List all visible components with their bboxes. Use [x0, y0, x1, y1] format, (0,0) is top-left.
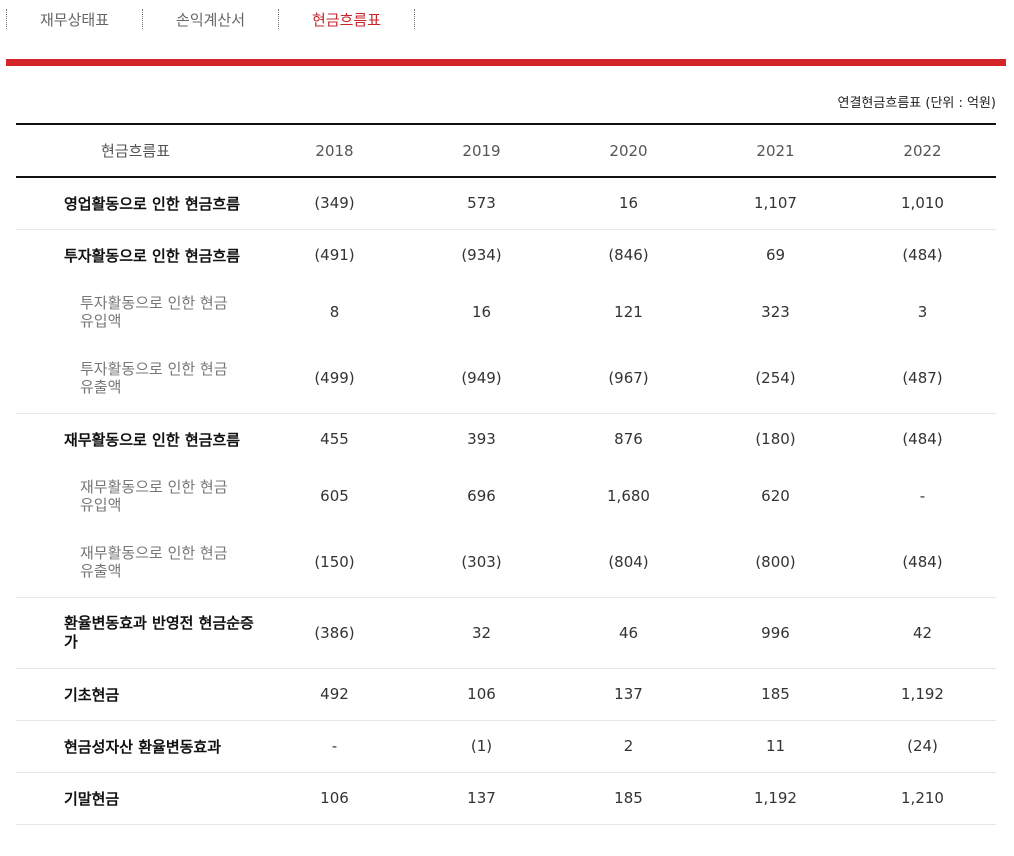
cell-value: -: [331, 737, 338, 755]
cell-value: 42: [912, 623, 933, 642]
row-label: 현금성자산 환율변동효과: [64, 737, 222, 756]
cell-value: 106: [320, 789, 349, 807]
header-year: 2021: [756, 141, 795, 160]
table-row: 현금성자산 환율변동효과 - (1) 2 11 (24): [16, 720, 996, 772]
cell-value: (303): [461, 552, 502, 571]
cell-value: 2: [623, 737, 634, 755]
cell-value: (349): [314, 194, 355, 213]
tab-divider: [414, 9, 416, 29]
cell-value: 605: [320, 487, 349, 505]
cell-value: (180): [755, 430, 796, 449]
header-year: 2022: [903, 141, 942, 160]
cell-value: 46: [618, 623, 639, 642]
row-label: 재무활동으로 인한 현금유출액: [80, 543, 228, 580]
cell-value: (484): [902, 552, 943, 571]
cell-value: 1,680: [607, 487, 650, 505]
table-row-sub: 재무활동으로 인한 현금유출액 (150) (303) (804) (800) …: [16, 527, 996, 597]
cell-value: 121: [614, 303, 643, 321]
cell-value: 8: [329, 303, 340, 321]
cell-value: (949): [461, 368, 502, 387]
cell-value: 1,192: [901, 685, 944, 703]
cell-value: 393: [467, 430, 496, 449]
row-label: 영업활동으로 인한 현금흐름: [64, 194, 241, 213]
statement-tabs: 재무상태표 손익계산서 현금흐름표: [6, 0, 416, 38]
cell-value: 16: [618, 194, 639, 213]
cell-value: (846): [608, 246, 649, 265]
table-row: 환율변동효과 반영전 현금순증가 (386) 32 46 996 42: [16, 597, 996, 668]
cell-value: (491): [314, 246, 355, 265]
cell-value: 455: [320, 430, 349, 449]
cell-value: 32: [471, 623, 492, 642]
cell-value: 696: [467, 487, 496, 505]
table-row-sub: 투자활동으로 인한 현금유입액 8 16 121 323 3: [16, 281, 996, 343]
cell-value: 137: [614, 685, 643, 703]
cell-value: (967): [608, 368, 649, 387]
header-year: 2018: [315, 141, 354, 160]
cell-value: 137: [467, 789, 496, 807]
cell-value: (484): [902, 430, 943, 449]
cell-value: (1): [470, 737, 493, 755]
cell-value: (499): [314, 368, 355, 387]
row-label: 환율변동효과 반영전 현금순증가: [64, 613, 254, 651]
cell-value: 1,210: [901, 789, 944, 807]
cell-value: (804): [608, 552, 649, 571]
row-label: 재무활동으로 인한 현금유입액: [80, 478, 228, 514]
tab-underline-bar: [6, 59, 1006, 66]
cell-value: 323: [761, 303, 790, 321]
table-row: 영업활동으로 인한 현금흐름 (349) 573 16 1,107 1,010: [16, 177, 996, 229]
cell-value: 620: [761, 487, 790, 505]
unit-note: 연결현금흐름표 (단위 : 억원): [837, 96, 996, 111]
cell-value: (934): [461, 246, 502, 265]
cell-value: 3: [917, 303, 928, 321]
row-label: 재무활동으로 인한 현금흐름: [64, 430, 241, 449]
cell-value: 185: [761, 685, 790, 703]
cell-value: 1,192: [754, 789, 797, 807]
cell-value: -: [919, 487, 926, 505]
table-row: 재무활동으로 인한 현금흐름 455 393 876 (180) (484): [16, 413, 996, 465]
table-header-row: 현금흐름표 2018 2019 2020 2021 2022: [16, 124, 996, 177]
cell-value: (800): [755, 552, 796, 571]
cash-flow-table: 현금흐름표 2018 2019 2020 2021 2022 영업활동으로 인한…: [16, 123, 996, 825]
tab-cash-flow-statement[interactable]: 현금흐름표: [279, 9, 414, 30]
cell-value: (484): [902, 246, 943, 265]
cell-value: (487): [902, 368, 943, 387]
tab-income-statement[interactable]: 손익계산서: [143, 9, 278, 30]
tab-balance-sheet[interactable]: 재무상태표: [7, 9, 142, 30]
row-label: 기말현금: [64, 789, 120, 808]
header-label: 현금흐름표: [101, 142, 171, 160]
cell-value: 1,107: [754, 194, 797, 213]
cell-value: 573: [467, 194, 496, 213]
cell-value: 876: [614, 430, 643, 449]
header-year: 2020: [609, 141, 648, 160]
table-row: 기초현금 492 106 137 185 1,192: [16, 668, 996, 720]
cell-value: (24): [907, 737, 938, 755]
cell-value: 16: [471, 303, 492, 321]
table-row-sub: 재무활동으로 인한 현금유입액 605 696 1,680 620 -: [16, 465, 996, 527]
cell-value: 185: [614, 789, 643, 807]
cell-value: 106: [467, 685, 496, 703]
cell-value: 996: [761, 623, 790, 642]
row-label: 기초현금: [64, 685, 120, 704]
table-row-sub: 투자활동으로 인한 현금유출액 (499) (949) (967) (254) …: [16, 343, 996, 413]
cell-value: (150): [314, 552, 355, 571]
header-year: 2019: [462, 141, 501, 160]
cell-value: 11: [765, 737, 786, 755]
cell-value: 492: [320, 685, 349, 703]
table-row: 기말현금 106 137 185 1,192 1,210: [16, 772, 996, 824]
row-label: 투자활동으로 인한 현금유출액: [80, 359, 228, 396]
cell-value: (254): [755, 368, 796, 387]
cell-value: 69: [765, 246, 786, 265]
row-label: 투자활동으로 인한 현금흐름: [64, 246, 241, 265]
cell-value: (386): [314, 623, 355, 642]
cell-value: 1,010: [901, 194, 944, 213]
row-label: 투자활동으로 인한 현금유입액: [80, 294, 228, 330]
table-row: 투자활동으로 인한 현금흐름 (491) (934) (846) 69 (484…: [16, 229, 996, 281]
